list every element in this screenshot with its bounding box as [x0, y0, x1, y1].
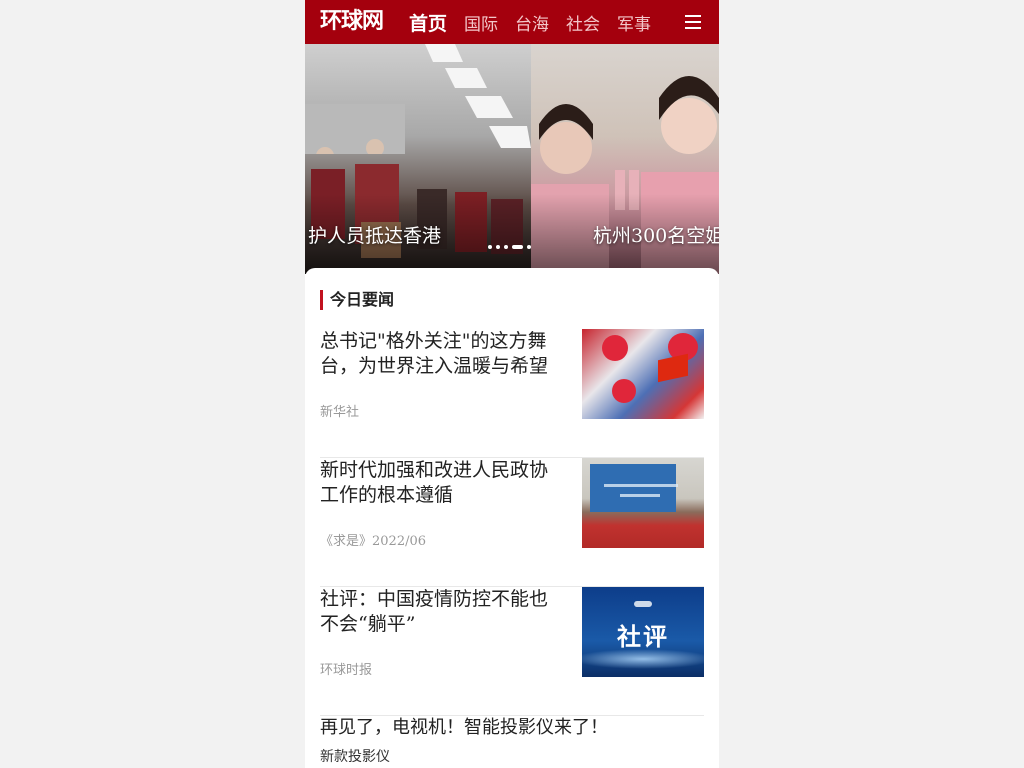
mobile-page: 环球网 首页 国际 台海 社会 军事 护人员抵达香港 杭州300名空姐 今日要闻… — [305, 0, 719, 768]
nav-tab-military[interactable]: 军事 — [617, 10, 651, 35]
ad-title[interactable]: 再见了，电视机！智能投影仪来了！ — [320, 716, 704, 740]
slide-caption: 护人员抵达香港 — [307, 225, 441, 247]
lantern-shape — [602, 335, 628, 361]
carousel-slide[interactable]: 杭州300名空姐 — [531, 44, 719, 274]
ad-source: 新款投影仪 — [320, 749, 390, 765]
news-title[interactable]: 总书记"格外关注"的这方舞台，为世界注入温暖与希望 — [320, 329, 565, 379]
headline-carousel[interactable]: 护人员抵达香港 杭州300名空姐 — [305, 44, 719, 274]
news-thumbnail[interactable] — [582, 458, 704, 548]
news-title[interactable]: 新时代加强和改进人民政协工作的根本遵循 — [320, 458, 565, 508]
stage-screen-shape — [590, 464, 678, 512]
news-card: 今日要闻 总书记"格外关注"的这方舞台，为世界注入温暖与希望 新华社 新时代加强… — [305, 268, 719, 768]
hamburger-menu-icon[interactable] — [683, 8, 707, 36]
carousel-dot[interactable] — [527, 245, 531, 249]
editorial-badge-text: 社评 — [617, 623, 669, 651]
nav-tab-home[interactable]: 首页 — [409, 9, 447, 36]
channel-nav: 首页 国际 台海 社会 军事 — [409, 0, 668, 44]
news-source: 新华社 — [320, 405, 360, 420]
carousel-indicator — [488, 244, 535, 250]
carousel-dot[interactable] — [504, 245, 508, 249]
news-title[interactable]: 社评：中国疫情防控不能也不会“躺平” — [320, 587, 565, 637]
nav-tab-taiwan-strait[interactable]: 台海 — [515, 10, 549, 35]
news-source: 环球时报 — [320, 663, 373, 678]
top-nav-bar: 环球网 首页 国际 台海 社会 军事 — [305, 0, 719, 44]
news-source: 《求是》2022/06 — [320, 534, 427, 549]
nav-tab-society[interactable]: 社会 — [566, 10, 600, 35]
section-title: 今日要闻 — [320, 290, 394, 310]
news-item[interactable]: 新时代加强和改进人民政协工作的根本遵循 《求是》2022/06 — [320, 458, 704, 587]
news-item[interactable]: 社评：中国疫情防控不能也不会“躺平” 环球时报 社评 — [320, 587, 704, 716]
carousel-dot-active[interactable] — [512, 245, 523, 249]
carousel-dot[interactable] — [496, 245, 500, 249]
flag-shape — [658, 353, 688, 383]
news-thumbnail[interactable] — [582, 329, 704, 419]
news-thumbnail[interactable]: 社评 — [582, 587, 704, 677]
carousel-slide[interactable]: 护人员抵达香港 — [305, 44, 531, 274]
nav-tab-international[interactable]: 国际 — [464, 10, 498, 35]
ceiling-lights-image — [305, 44, 531, 154]
carousel-dot[interactable] — [488, 245, 492, 249]
outlet-logo-icon — [634, 601, 652, 607]
site-logo[interactable]: 环球网 — [320, 7, 384, 37]
news-item[interactable]: 总书记"格外关注"的这方舞台，为世界注入温暖与希望 新华社 — [320, 329, 704, 458]
lantern-shape — [612, 379, 636, 403]
earth-glow-shape — [582, 649, 704, 669]
slide-caption: 杭州300名空姐 — [593, 225, 719, 247]
sponsored-item[interactable]: 再见了，电视机！智能投影仪来了！ 新款投影仪 — [320, 716, 704, 766]
